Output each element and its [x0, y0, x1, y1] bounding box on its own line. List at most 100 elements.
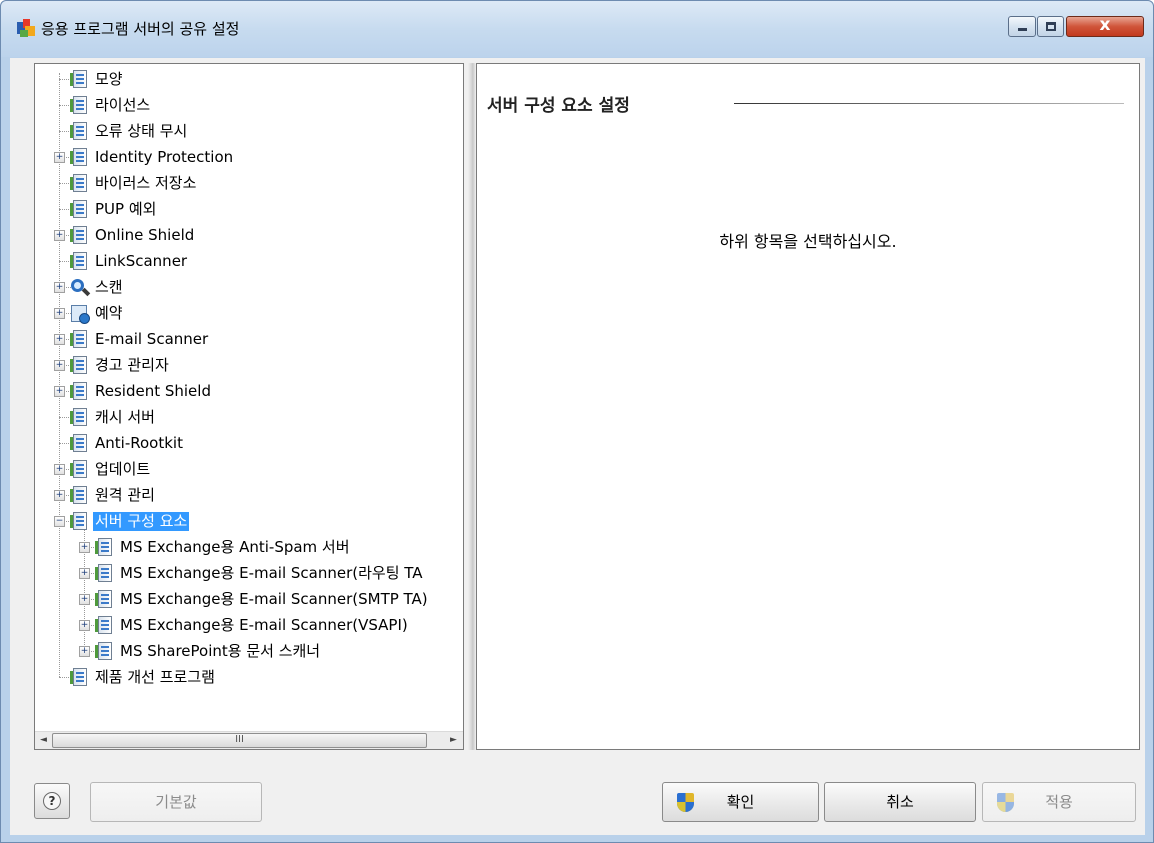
shield-icon: [677, 793, 694, 812]
settings-page-icon: [70, 226, 89, 246]
settings-page-icon: [95, 538, 114, 558]
window-title: 응용 프로그램 서버의 공유 설정: [41, 20, 240, 38]
settings-page-icon: [70, 148, 89, 168]
horizontal-scrollbar[interactable]: ◄ III ►: [35, 731, 463, 749]
close-button[interactable]: x: [1066, 15, 1144, 37]
expand-icon[interactable]: +: [54, 490, 65, 501]
ok-button-label: 확인: [726, 793, 755, 811]
expand-icon[interactable]: +: [54, 152, 65, 163]
dialog-client-area: 모양라이선스오류 상태 무시 + Identity Protection 바이러스 저…: [10, 58, 1145, 835]
scroll-right-icon[interactable]: ►: [445, 732, 462, 749]
expand-icon[interactable]: +: [79, 646, 90, 657]
pane-splitter[interactable]: [468, 63, 476, 750]
tree-item[interactable]: + E-mail Scanner: [35, 327, 463, 353]
tree-item[interactable]: LinkScanner: [35, 249, 463, 275]
settings-page-icon: [70, 356, 89, 376]
tree-item[interactable]: 바이러스 저장소: [35, 171, 463, 197]
maximize-button[interactable]: [1037, 16, 1064, 37]
settings-page-icon: [70, 96, 89, 116]
minimize-button[interactable]: [1008, 16, 1036, 37]
tree-item[interactable]: + 경고 관리자: [35, 353, 463, 379]
default-button[interactable]: 기본값: [90, 782, 262, 822]
settings-page-icon: [95, 590, 114, 610]
tree-item[interactable]: + Online Shield: [35, 223, 463, 249]
tree-item[interactable]: + Resident Shield: [35, 379, 463, 405]
expand-icon[interactable]: +: [54, 360, 65, 371]
tree-item[interactable]: 캐시 서버: [35, 405, 463, 431]
collapse-icon[interactable]: −: [54, 516, 65, 527]
tree-item-label: 캐시 서버: [95, 408, 155, 426]
settings-page-icon: [70, 330, 89, 350]
ok-button[interactable]: 확인: [662, 782, 819, 822]
settings-tree[interactable]: 모양라이선스오류 상태 무시 + Identity Protection 바이러스 저…: [35, 64, 463, 724]
expand-icon[interactable]: +: [54, 230, 65, 241]
help-button[interactable]: ?: [34, 783, 70, 819]
apply-button-label: 적용: [1045, 793, 1073, 811]
tree-item[interactable]: 오류 상태 무시: [35, 119, 463, 145]
maximize-icon: [1046, 22, 1056, 31]
tree-item[interactable]: 모양: [35, 67, 463, 93]
settings-window: 응용 프로그램 서버의 공유 설정 x 모양라이선스오류 상태 무시 + Ident…: [0, 0, 1154, 843]
section-title: 서버 구성 요소 설정: [487, 96, 630, 116]
settings-page-icon: [70, 486, 89, 506]
settings-page-icon: [70, 70, 89, 90]
minimize-icon: [1018, 28, 1027, 31]
tree-item-label: 바이러스 저장소: [95, 174, 197, 192]
scan-magnifier-icon: [70, 278, 91, 298]
tree-item[interactable]: − 서버 구성 요소: [35, 509, 463, 535]
scroll-left-icon[interactable]: ◄: [35, 732, 52, 749]
tree-item[interactable]: + MS Exchange용 E-mail Scanner(VSAPI): [35, 613, 463, 639]
settings-page-icon: [70, 434, 89, 454]
question-mark-icon: ?: [43, 792, 61, 810]
tree-item-label: 원격 관리: [95, 486, 155, 504]
tree-item-label: Online Shield: [95, 226, 195, 244]
tree-item-label: 업데이트: [95, 460, 151, 478]
expand-icon[interactable]: +: [79, 620, 90, 631]
title-divider: [734, 103, 1124, 104]
tree-item[interactable]: Anti-Rootkit: [35, 431, 463, 457]
resize-grip-icon[interactable]: [1133, 823, 1143, 833]
tree-item[interactable]: + 스캔: [35, 275, 463, 301]
apply-button[interactable]: 적용: [982, 782, 1136, 822]
expand-icon[interactable]: +: [79, 542, 90, 553]
tree-item[interactable]: + MS Exchange용 Anti-Spam 서버: [35, 535, 463, 561]
tree-item[interactable]: + 예약: [35, 301, 463, 327]
tree-item[interactable]: + MS SharePoint용 문서 스캐너: [35, 639, 463, 665]
expand-icon[interactable]: +: [54, 282, 65, 293]
tree-item-label: 라이선스: [95, 96, 151, 114]
select-subitem-prompt: 하위 항목을 선택하십시오.: [719, 232, 897, 251]
expand-icon[interactable]: +: [54, 308, 65, 319]
title-bar[interactable]: 응용 프로그램 서버의 공유 설정 x: [1, 1, 1153, 57]
tree-item[interactable]: + Identity Protection: [35, 145, 463, 171]
tree-item-label: PUP 예외: [95, 200, 157, 218]
cancel-button[interactable]: 취소: [824, 782, 976, 822]
tree-item[interactable]: + 업데이트: [35, 457, 463, 483]
tree-item[interactable]: 제품 개선 프로그램: [35, 665, 463, 691]
expand-icon[interactable]: +: [54, 464, 65, 475]
tree-item[interactable]: + 원격 관리: [35, 483, 463, 509]
tree-item[interactable]: PUP 예외: [35, 197, 463, 223]
shield-icon: [997, 793, 1014, 812]
tree-item-label: 제품 개선 프로그램: [95, 668, 215, 686]
tree-item[interactable]: + MS Exchange용 E-mail Scanner(SMTP TA): [35, 587, 463, 613]
tree-item-label: 예약: [95, 304, 123, 322]
settings-page-icon: [70, 512, 89, 532]
thumb-grip-icon: III: [235, 734, 244, 745]
tree-item-label: Identity Protection: [95, 148, 234, 166]
settings-page-icon: [70, 460, 89, 480]
schedule-clock-icon: [70, 304, 90, 324]
scrollbar-thumb[interactable]: III: [52, 733, 427, 748]
settings-page-icon: [70, 174, 89, 194]
tree-item-label: MS Exchange용 E-mail Scanner(라우팅 TA: [120, 564, 423, 582]
expand-icon[interactable]: +: [54, 334, 65, 345]
expand-icon[interactable]: +: [54, 386, 65, 397]
expand-icon[interactable]: +: [79, 594, 90, 605]
avg-logo-icon: [17, 19, 35, 37]
tree-item[interactable]: + MS Exchange용 E-mail Scanner(라우팅 TA: [35, 561, 463, 587]
settings-page-icon: [95, 564, 114, 584]
cancel-button-label: 취소: [886, 793, 914, 811]
tree-item-label: 오류 상태 무시: [95, 122, 188, 140]
default-button-label: 기본값: [155, 793, 197, 811]
tree-item[interactable]: 라이선스: [35, 93, 463, 119]
expand-icon[interactable]: +: [79, 568, 90, 579]
